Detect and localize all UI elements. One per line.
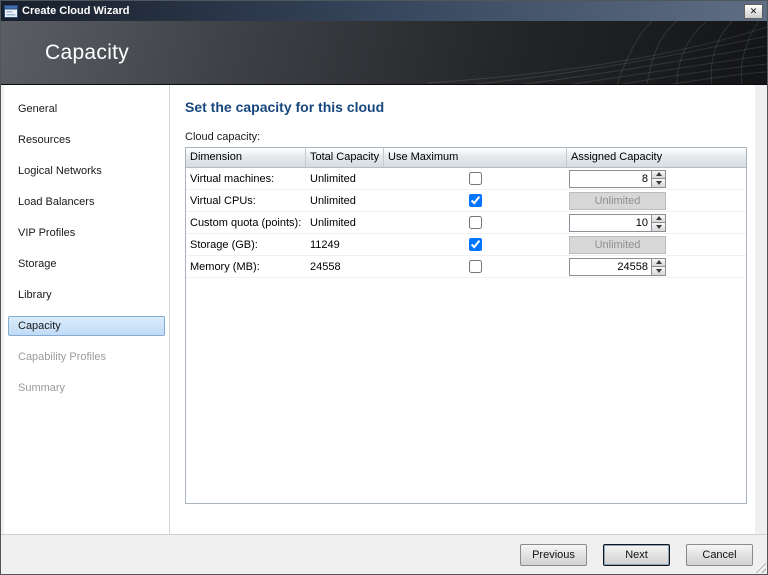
footer-bar: Previous Next Cancel	[1, 534, 767, 574]
sidebar-item-load-balancers[interactable]: Load Balancers	[8, 192, 165, 212]
dimension-label: Virtual CPUs:	[190, 194, 256, 207]
assigned-capacity-disabled: Unlimited	[569, 235, 666, 254]
use-maximum-checkbox[interactable]	[469, 238, 482, 251]
total-capacity-value: Unlimited	[310, 194, 356, 207]
use-maximum-checkbox[interactable]	[469, 172, 482, 185]
wizard-body: General Resources Logical Networks Load …	[1, 85, 767, 534]
capacity-table-header: Dimension Total Capacity Use Maximum Ass…	[186, 148, 746, 168]
capacity-row-custom-quota: Custom quota (points): Unlimited	[186, 212, 746, 234]
create-cloud-wizard-window: Create Cloud Wizard ✕ Capacity General R…	[0, 0, 768, 575]
cancel-button[interactable]: Cancel	[686, 543, 753, 566]
close-icon: ✕	[749, 5, 758, 16]
spinner-down-icon[interactable]	[651, 223, 666, 232]
title-bar[interactable]: Create Cloud Wizard ✕	[1, 1, 767, 21]
content-heading: Set the capacity for this cloud	[185, 99, 385, 115]
capacity-row-virtual-cpus: Virtual CPUs: Unlimited Unlimited	[186, 190, 746, 212]
assigned-capacity-spinner	[569, 169, 666, 188]
sidebar-item-general[interactable]: General	[8, 99, 165, 119]
use-maximum-checkbox[interactable]	[469, 260, 482, 273]
window-title: Create Cloud Wizard	[22, 5, 130, 17]
close-button[interactable]: ✕	[744, 3, 763, 19]
total-capacity-value: Unlimited	[310, 172, 356, 185]
previous-button[interactable]: Previous	[520, 543, 587, 566]
assigned-capacity-input[interactable]	[569, 213, 651, 232]
next-button[interactable]: Next	[603, 543, 670, 566]
column-header-total-capacity[interactable]: Total Capacity	[306, 148, 384, 167]
spinner-buttons	[651, 169, 666, 188]
spinner-up-icon[interactable]	[651, 257, 666, 267]
sidebar-item-capacity[interactable]: Capacity	[8, 316, 165, 336]
total-capacity-value: 11249	[310, 238, 340, 251]
assigned-capacity-spinner	[569, 213, 666, 232]
mesh-decoration	[427, 21, 767, 84]
use-maximum-checkbox[interactable]	[469, 194, 482, 207]
spinner-buttons	[651, 213, 666, 232]
total-capacity-value: 24558	[310, 260, 341, 273]
cloud-capacity-label: Cloud capacity:	[185, 131, 261, 143]
sidebar-item-library[interactable]: Library	[8, 285, 165, 305]
spinner-buttons	[651, 257, 666, 276]
column-header-assigned-capacity[interactable]: Assigned Capacity	[567, 148, 746, 167]
spinner-down-icon[interactable]	[651, 179, 666, 188]
wizard-nav: General Resources Logical Networks Load …	[4, 85, 170, 534]
dimension-label: Storage (GB):	[190, 238, 258, 251]
sidebar-item-summary: Summary	[18, 382, 66, 394]
page-title: Capacity	[45, 40, 130, 64]
assigned-capacity-input[interactable]	[569, 169, 651, 188]
sidebar-item-storage[interactable]: Storage	[8, 254, 165, 274]
content-pane: Set the capacity for this cloud Cloud ca…	[170, 85, 755, 534]
capacity-row-virtual-machines: Virtual machines: Unlimited	[186, 168, 746, 190]
assigned-capacity-input[interactable]	[569, 257, 651, 276]
spinner-up-icon[interactable]	[651, 213, 666, 223]
spinner-up-icon[interactable]	[651, 169, 666, 179]
capacity-table: Dimension Total Capacity Use Maximum Ass…	[185, 147, 747, 504]
total-capacity-value: Unlimited	[310, 216, 356, 229]
use-maximum-checkbox[interactable]	[469, 216, 482, 229]
sidebar-item-vip-profiles[interactable]: VIP Profiles	[8, 223, 165, 243]
assigned-capacity-spinner	[569, 257, 666, 276]
sidebar-item-resources[interactable]: Resources	[8, 130, 165, 150]
column-header-dimension[interactable]: Dimension	[186, 148, 306, 167]
assigned-capacity-disabled: Unlimited	[569, 191, 666, 210]
dimension-label: Virtual machines:	[190, 172, 275, 185]
column-header-use-maximum[interactable]: Use Maximum	[384, 148, 567, 167]
capacity-row-storage: Storage (GB): 11249 Unlimited	[186, 234, 746, 256]
spinner-down-icon[interactable]	[651, 267, 666, 276]
banner: Capacity	[1, 21, 767, 85]
window-icon	[4, 4, 18, 18]
dimension-label: Memory (MB):	[190, 260, 260, 273]
sidebar-item-capability-profiles: Capability Profiles	[18, 351, 107, 363]
capacity-row-memory: Memory (MB): 24558	[186, 256, 746, 278]
dimension-label: Custom quota (points):	[190, 216, 302, 229]
resize-grip[interactable]	[753, 560, 766, 573]
sidebar-item-logical-networks[interactable]: Logical Networks	[8, 161, 165, 181]
